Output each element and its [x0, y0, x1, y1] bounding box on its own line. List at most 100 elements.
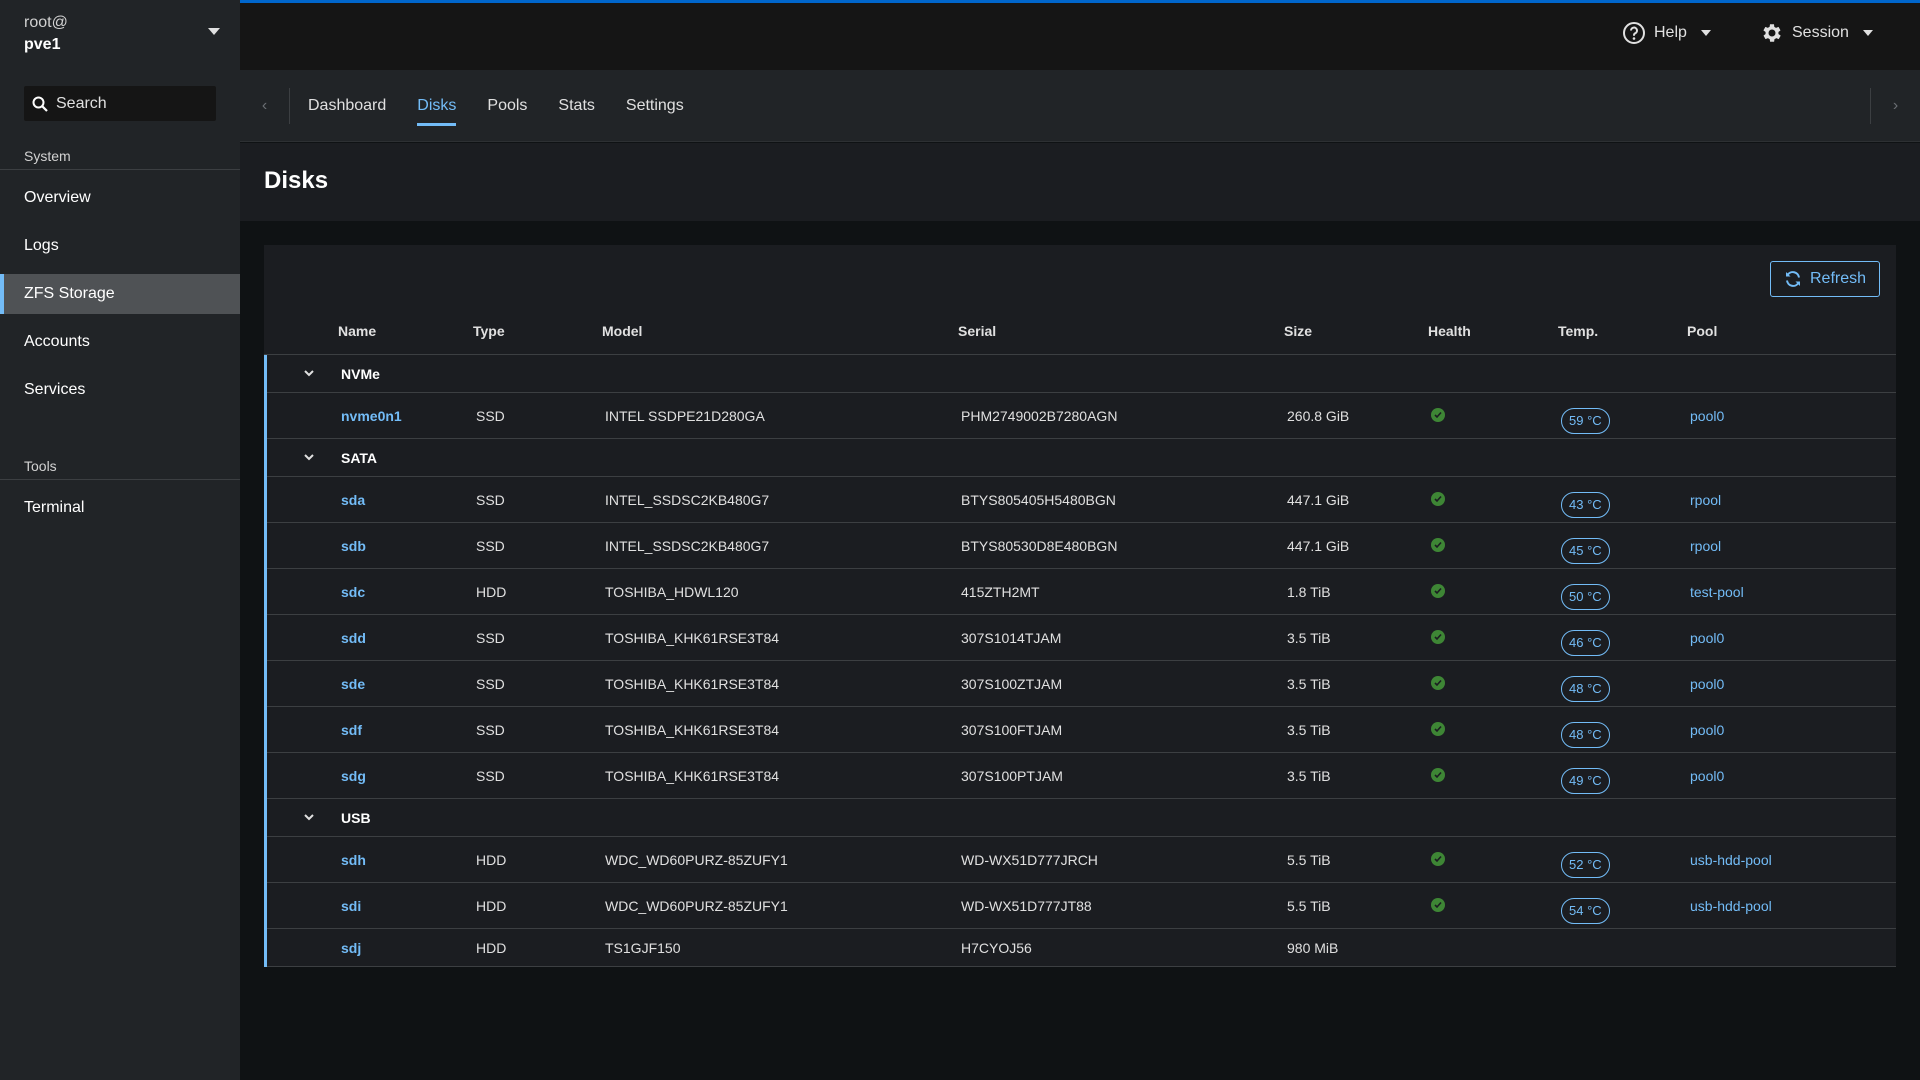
- table-row[interactable]: sdc HDD TOSHIBA_HDWL120 415ZTH2MT 1.8 TiB 50 …: [267, 569, 1896, 615]
- chevron-down-icon[interactable]: [304, 368, 314, 378]
- disk-name[interactable]: sdd: [341, 630, 366, 646]
- group-label: SATA: [341, 450, 378, 466]
- sidebar-item-accounts[interactable]: Accounts: [0, 322, 240, 362]
- session-label: Session: [1792, 24, 1849, 41]
- column-header-size[interactable]: Size: [1284, 323, 1312, 339]
- disk-size: 980 MiB: [1287, 940, 1339, 956]
- tab-stats[interactable]: Stats: [558, 70, 594, 142]
- sidebar-item-overview[interactable]: Overview: [0, 178, 240, 218]
- nav-heading-tools: Tools: [0, 452, 240, 480]
- column-header-model[interactable]: Model: [602, 323, 642, 339]
- chevron-down-icon[interactable]: [304, 452, 314, 462]
- pool-link[interactable]: pool0: [1690, 722, 1724, 738]
- refresh-button[interactable]: Refresh: [1770, 261, 1880, 297]
- table-row[interactable]: sdi HDD WDC_WD60PURZ-85ZUFY1 WD-WX51D777JT8…: [267, 883, 1896, 929]
- page-header: Disks: [240, 143, 1920, 221]
- group-label: NVMe: [341, 366, 380, 382]
- pool-link[interactable]: pool0: [1690, 676, 1724, 692]
- search-icon: [32, 96, 48, 112]
- temperature-badge: 54 °C: [1561, 898, 1610, 924]
- column-header-name[interactable]: Name: [338, 323, 376, 339]
- sidebar-item-services[interactable]: Services: [0, 370, 240, 410]
- disk-serial: 307S1014TJAM: [961, 630, 1062, 646]
- chevron-down-icon[interactable]: [304, 812, 314, 822]
- disk-type: SSD: [476, 630, 505, 646]
- disk-serial: PHM2749002B7280AGN: [961, 408, 1118, 424]
- disk-name[interactable]: sdh: [341, 852, 366, 868]
- page-title: Disks: [264, 167, 329, 194]
- table-row[interactable]: sdh HDD WDC_WD60PURZ-85ZUFY1 WD-WX51D777JRC…: [267, 837, 1896, 883]
- search-box[interactable]: [24, 86, 216, 121]
- temperature-badge: 43 °C: [1561, 492, 1610, 518]
- pool-link[interactable]: rpool: [1690, 538, 1721, 554]
- pool-link[interactable]: usb-hdd-pool: [1690, 852, 1772, 868]
- tab-dashboard[interactable]: Dashboard: [308, 70, 386, 142]
- disk-size: 3.5 TiB: [1287, 630, 1331, 646]
- disk-model: TOSHIBA_KHK61RSE3T84: [605, 768, 780, 784]
- scroll-left-button[interactable]: ‹: [240, 88, 290, 124]
- pool-link[interactable]: usb-hdd-pool: [1690, 898, 1772, 914]
- temperature-badge: 52 °C: [1561, 852, 1610, 878]
- pool-link[interactable]: pool0: [1690, 408, 1724, 424]
- disk-name[interactable]: sdj: [341, 940, 361, 956]
- tab-disks[interactable]: Disks: [417, 70, 457, 142]
- table-row[interactable]: nvme0n1 SSD INTEL SSDPE21D280GA PHM2749002B…: [267, 393, 1896, 439]
- disk-name[interactable]: sde: [341, 676, 365, 692]
- pool-link[interactable]: pool0: [1690, 630, 1724, 646]
- check-circle-icon: [1431, 722, 1445, 736]
- sidebar: root@ pve1 System Overview Logs ZFS Stor…: [0, 0, 240, 1080]
- search-input[interactable]: [56, 94, 206, 113]
- scroll-right-button[interactable]: ›: [1870, 88, 1920, 124]
- tab-pools[interactable]: Pools: [487, 70, 527, 142]
- column-header-pool[interactable]: Pool: [1687, 323, 1717, 339]
- check-circle-icon: [1431, 492, 1445, 506]
- disk-size: 1.8 TiB: [1287, 584, 1331, 600]
- disk-type: HDD: [476, 584, 507, 600]
- session-menu[interactable]: Session: [1760, 21, 1873, 45]
- disk-name[interactable]: sdg: [341, 768, 366, 784]
- disk-size: 447.1 GiB: [1287, 538, 1350, 554]
- help-menu[interactable]: Help: [1622, 21, 1711, 45]
- table-body: NVMe nvme0n1 SSD INTEL SSDPE21D280GA PHM2749…: [264, 355, 1896, 967]
- column-header-serial[interactable]: Serial: [958, 323, 996, 339]
- disk-name[interactable]: sdi: [341, 898, 361, 914]
- table-row[interactable]: sdj HDD TS1GJF150 H7CYOJ56 980 MiB: [267, 929, 1896, 967]
- table-row[interactable]: sdb SSD INTEL_SSDSC2KB480G7 BTYS80530D8E480…: [267, 523, 1896, 569]
- table-header: Name Type Model Serial Size Health Temp.…: [264, 309, 1896, 355]
- column-header-health[interactable]: Health: [1428, 323, 1471, 339]
- disk-name[interactable]: sdc: [341, 584, 365, 600]
- disk-type: SSD: [476, 676, 505, 692]
- disk-name[interactable]: sdf: [341, 722, 362, 738]
- group-row[interactable]: USB: [267, 799, 1896, 837]
- disk-type: SSD: [476, 408, 505, 424]
- column-header-type[interactable]: Type: [473, 323, 505, 339]
- temperature-badge: 46 °C: [1561, 630, 1610, 656]
- disk-model: TOSHIBA_KHK61RSE3T84: [605, 676, 780, 692]
- pool-link[interactable]: pool0: [1690, 768, 1724, 784]
- disk-type: SSD: [476, 538, 505, 554]
- table-row[interactable]: sdf SSD TOSHIBA_KHK61RSE3T84 307S100FTJAM 3.…: [267, 707, 1896, 753]
- disk-model: WDC_WD60PURZ-85ZUFY1: [605, 852, 788, 868]
- pool-link[interactable]: test-pool: [1690, 584, 1744, 600]
- sidebar-item-logs[interactable]: Logs: [0, 226, 240, 266]
- table-row[interactable]: sda SSD INTEL_SSDSC2KB480G7 BTYS805405H5480…: [267, 477, 1896, 523]
- check-circle-icon: [1431, 408, 1445, 422]
- disk-name[interactable]: sdb: [341, 538, 366, 554]
- sidebar-item-zfs-storage[interactable]: ZFS Storage: [0, 274, 240, 314]
- tab-settings[interactable]: Settings: [626, 70, 684, 142]
- disk-type: HDD: [476, 940, 507, 956]
- table-row[interactable]: sdd SSD TOSHIBA_KHK61RSE3T84 307S1014TJAM 3.…: [267, 615, 1896, 661]
- table-row[interactable]: sde SSD TOSHIBA_KHK61RSE3T84 307S100ZTJAM 3.…: [267, 661, 1896, 707]
- sidebar-item-terminal[interactable]: Terminal: [0, 488, 240, 528]
- disk-name[interactable]: sda: [341, 492, 365, 508]
- help-circle-icon: [1623, 22, 1645, 44]
- chevron-left-icon: ‹: [261, 97, 268, 114]
- host-switcher[interactable]: root@ pve1: [0, 0, 240, 72]
- disk-name[interactable]: nvme0n1: [341, 408, 402, 424]
- pool-link[interactable]: rpool: [1690, 492, 1721, 508]
- disk-type: SSD: [476, 492, 505, 508]
- group-row[interactable]: SATA: [267, 439, 1896, 477]
- column-header-temp[interactable]: Temp.: [1558, 323, 1598, 339]
- group-row[interactable]: NVMe: [267, 355, 1896, 393]
- table-row[interactable]: sdg SSD TOSHIBA_KHK61RSE3T84 307S100PTJAM 3.…: [267, 753, 1896, 799]
